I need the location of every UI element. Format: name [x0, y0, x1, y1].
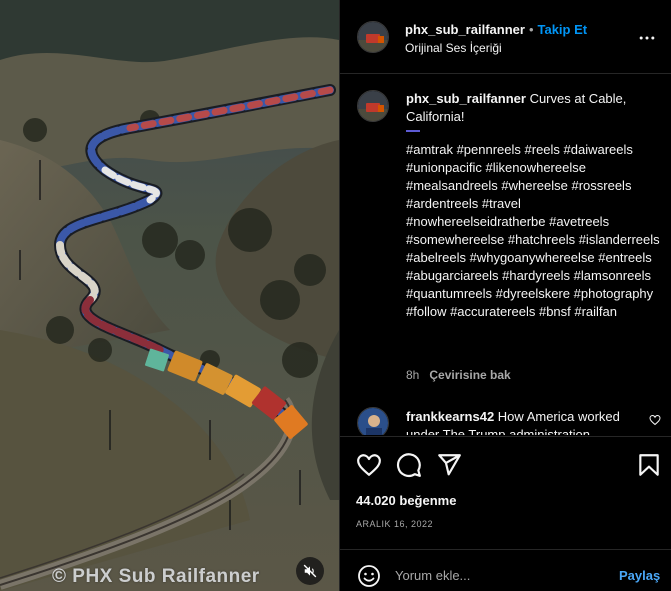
header-username[interactable]: phx_sub_railfanner [405, 22, 525, 37]
avatar[interactable] [357, 21, 389, 53]
post-header: phx_sub_railfanner • Takip Et Orijinal Ses… [340, 0, 671, 74]
train-scene-image [0, 0, 339, 591]
video-watermark: © PHX Sub Railfanner [52, 566, 260, 587]
audio-label[interactable]: Orijinal Ses İçeriği [405, 41, 502, 55]
post-time: 8h [406, 368, 420, 382]
post-side-panel: phx_sub_railfanner • Takip Et Orijinal Ses… [339, 0, 671, 591]
comment-item: frankkearns42 How America worked under T… [406, 408, 636, 435]
avatar[interactable] [357, 90, 389, 122]
post-actions: 44.020 beğenme ARALIK 16, 2022 [340, 436, 671, 548]
follow-button[interactable]: Takip Et [538, 22, 588, 37]
comment-bubble-icon[interactable] [396, 452, 422, 478]
caption-username[interactable]: phx_sub_railfanner [406, 91, 526, 106]
profile-picture [358, 408, 388, 435]
avatar[interactable] [357, 407, 389, 435]
speaker-muted-icon [303, 564, 317, 578]
separator-dot: • [528, 22, 534, 37]
emoji-icon[interactable] [357, 564, 381, 588]
post-comment-button[interactable]: Paylaş [619, 568, 660, 583]
comments-section[interactable]: phx_sub_railfanner Curves at Cable, Cali… [340, 75, 671, 435]
post-date: ARALIK 16, 2022 [356, 519, 434, 529]
bookmark-icon[interactable] [636, 452, 662, 478]
caption-meta: 8h Çevirisine bak [406, 368, 511, 382]
paper-plane-icon[interactable] [436, 452, 462, 478]
mute-button[interactable] [296, 557, 324, 585]
likes-count[interactable]: 44.020 beğenme [356, 493, 456, 508]
see-translation-link[interactable]: Çevirisine bak [429, 368, 510, 382]
video-player[interactable]: © PHX Sub Railfanner [0, 0, 339, 591]
more-options-icon[interactable] [637, 28, 657, 48]
comment-username[interactable]: frankkearns42 [406, 409, 494, 424]
caption-divider [406, 130, 420, 132]
comment-input[interactable] [395, 563, 595, 587]
post-caption: phx_sub_railfanner Curves at Cable, Cali… [406, 90, 661, 321]
heart-icon[interactable] [356, 452, 382, 478]
profile-picture [358, 22, 388, 52]
comment-like-heart-icon[interactable] [649, 414, 661, 426]
caption-hashtags[interactable]: #amtrak #pennreels #reels #daiwareels #u… [406, 141, 661, 321]
profile-picture [358, 91, 388, 121]
comment-composer: Paylaş [340, 549, 671, 591]
header-user-row: phx_sub_railfanner • Takip Et [405, 22, 587, 37]
